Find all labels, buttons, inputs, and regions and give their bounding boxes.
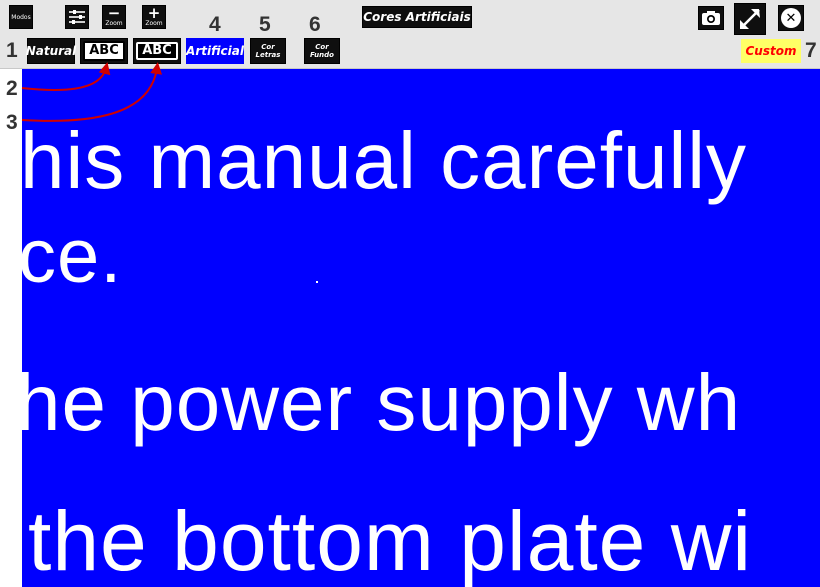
speck: [316, 281, 318, 283]
background-color-fundo: Fundo: [310, 51, 334, 59]
custom-label: Custom: [745, 44, 797, 58]
zoom-in-button[interactable]: + Zoom: [142, 5, 166, 29]
close-icon: ✕: [781, 8, 801, 28]
abc-black-on-white-swatch: ABC: [83, 41, 125, 61]
background-color-button[interactable]: Cor Fundo: [304, 38, 340, 64]
callout-1: 1: [6, 39, 18, 62]
fullscreen-button[interactable]: [734, 3, 766, 35]
letter-color-cor: Cor: [261, 43, 275, 51]
artificial-button[interactable]: Artificial: [186, 38, 244, 64]
document-line-3: he power supply wh: [22, 358, 742, 447]
magnifier-view: his manual carefully ce. he power supply…: [0, 69, 820, 587]
document-line-2: ce.: [22, 214, 123, 299]
document-line-1: his manual carefully: [22, 116, 747, 205]
modos-label: Modos: [11, 13, 31, 21]
zoom-out-glyph: −: [107, 4, 121, 22]
expand-icon: [740, 9, 760, 29]
letter-color-button[interactable]: Cor Letras: [250, 38, 286, 64]
zoom-in-label: Zoom: [145, 20, 163, 27]
abc-black-on-white-button[interactable]: ABC: [80, 38, 128, 64]
modos-button[interactable]: Modos: [9, 5, 33, 29]
zoom-out-label: Zoom: [105, 20, 123, 27]
letter-color-letras: Letras: [255, 51, 281, 59]
abc-white-on-black-swatch: ABC: [136, 42, 178, 60]
settings-sliders-button[interactable]: [65, 5, 89, 29]
close-button[interactable]: ✕: [778, 5, 804, 31]
document-line-4: the bottom plate wi: [28, 494, 753, 587]
callout-2: 2: [6, 77, 18, 100]
abc-white-on-black-button[interactable]: ABC: [133, 38, 181, 64]
background-color-cor: Cor: [315, 43, 329, 51]
toolbar: Modos − Zoom + Zoom 4 5 6 Cores Artifici…: [0, 0, 820, 69]
mode-title-label: Cores Artificiais: [363, 10, 471, 24]
custom-button[interactable]: Custom: [741, 39, 801, 63]
zoom-in-glyph: +: [147, 4, 161, 22]
callout-5: 5: [259, 13, 271, 36]
callout-6: 6: [309, 13, 321, 36]
callout-4: 4: [209, 13, 221, 36]
natural-label: Natural: [25, 44, 77, 58]
zoom-out-button[interactable]: − Zoom: [102, 5, 126, 29]
magnified-document: his manual carefully ce. he power supply…: [22, 69, 820, 587]
mode-title-display: Cores Artificiais: [362, 6, 472, 28]
camera-icon: [702, 11, 720, 25]
natural-button[interactable]: Natural: [25, 38, 77, 64]
callout-3: 3: [6, 111, 18, 134]
camera-button[interactable]: [698, 6, 724, 30]
artificial-label: Artificial: [186, 44, 244, 58]
callout-7: 7: [805, 39, 817, 62]
sliders-icon: [69, 10, 85, 24]
abc-white-on-black-label: ABC: [142, 43, 172, 58]
abc-black-on-white-label: ABC: [89, 43, 119, 58]
close-glyph: ✕: [785, 10, 797, 26]
